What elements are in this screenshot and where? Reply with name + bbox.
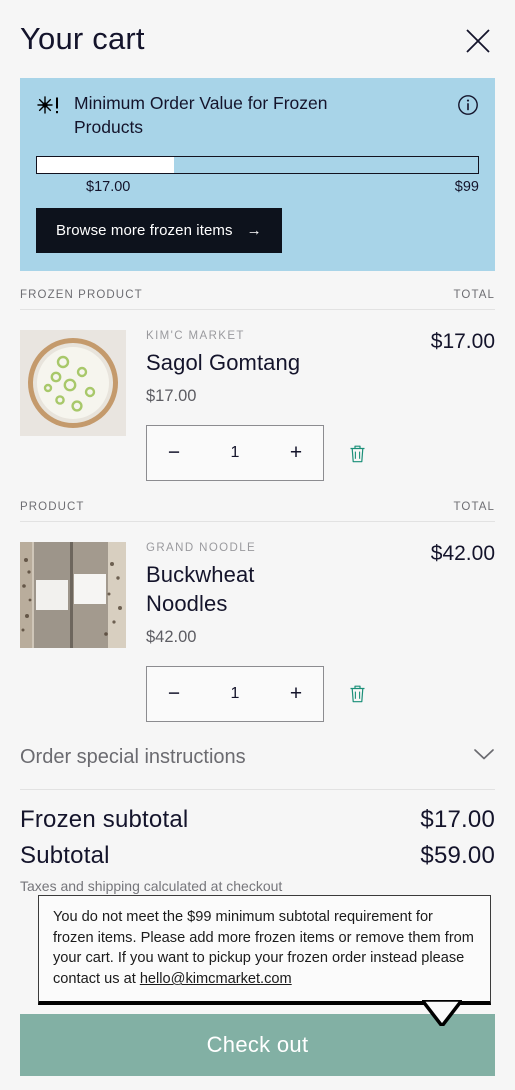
product-vendor: KIM'C MARKET xyxy=(146,330,245,343)
quantity-decrease-button[interactable]: − xyxy=(147,667,201,721)
product-section-header: PRODUCT TOTAL xyxy=(0,483,515,521)
taxes-note: Taxes and shipping calculated at checkou… xyxy=(20,877,283,894)
quantity-value[interactable]: 1 xyxy=(201,685,269,703)
column-header-product: FROZEN PRODUCT xyxy=(20,289,143,302)
column-header-product: PRODUCT xyxy=(20,501,85,514)
tooltip-pointer xyxy=(422,999,462,1026)
product-name[interactable]: Sagol Gomtang xyxy=(146,349,300,377)
product-vendor: GRAND NOODLE xyxy=(146,542,257,555)
frozen-subtotal-value: $17.00 xyxy=(420,805,495,833)
product-name[interactable]: Buckwheat Noodles xyxy=(146,561,321,617)
page-title: Your cart xyxy=(20,21,145,56)
table-row: KIM'C MARKET Sagol Gomtang $17.00 $17.00… xyxy=(0,310,515,483)
trash-icon[interactable] xyxy=(346,441,369,466)
browse-button-label: Browse more frozen items xyxy=(56,222,233,240)
frozen-minimum-banner: Minimum Order Value for Frozen Products … xyxy=(20,78,495,272)
cart-totals: Frozen subtotal $17.00 Subtotal $59.00 T… xyxy=(0,790,515,894)
cart-drawer: Your cart Minimum Order Value for Frozen… xyxy=(0,0,515,1090)
progress-current-label: $17.00 xyxy=(86,179,131,196)
table-row: GRAND NOODLE Buckwheat Noodles $42.00 $4… xyxy=(0,522,515,723)
product-line-total: $42.00 xyxy=(430,542,495,566)
product-unit-price: $42.00 xyxy=(146,627,197,646)
chevron-down-icon xyxy=(473,748,495,766)
quantity-increase-button[interactable]: + xyxy=(269,667,323,721)
minimum-subtotal-tooltip: You do not meet the $99 minimum subtotal… xyxy=(38,895,491,1026)
product-unit-price: $17.00 xyxy=(146,387,197,406)
snowflake-alert-icon xyxy=(36,95,62,115)
support-email-link[interactable]: hello@kimcmarket.com xyxy=(140,971,292,987)
order-special-instructions-toggle[interactable]: Order special instructions xyxy=(0,724,515,789)
quantity-increase-button[interactable]: + xyxy=(269,426,323,480)
progress-fill xyxy=(37,157,174,174)
product-thumbnail-sagol-gomtang[interactable] xyxy=(20,330,126,437)
frozen-subtotal-row: Frozen subtotal $17.00 xyxy=(20,806,495,834)
column-header-total: TOTAL xyxy=(453,501,495,514)
subtotal-value: $59.00 xyxy=(420,841,495,869)
quantity-decrease-button[interactable]: − xyxy=(147,426,201,480)
quantity-stepper: − 1 + xyxy=(146,665,324,722)
quantity-value[interactable]: 1 xyxy=(201,444,269,462)
column-header-total: TOTAL xyxy=(453,289,495,302)
cart-header: Your cart xyxy=(0,0,515,72)
product-thumbnail-buckwheat-noodles[interactable] xyxy=(20,542,126,649)
progress-target-label: $99 xyxy=(454,179,479,196)
banner-title: Minimum Order Value for Frozen Products xyxy=(74,93,328,137)
frozen-subtotal-label: Frozen subtotal xyxy=(20,805,189,833)
frozen-progress: $17.00 $99 xyxy=(36,156,479,195)
frozen-section-header: FROZEN PRODUCT TOTAL xyxy=(0,271,515,309)
subtotal-row: Subtotal $59.00 xyxy=(20,842,495,870)
arrow-right-icon: → xyxy=(246,222,262,240)
quantity-stepper: − 1 + xyxy=(146,425,324,482)
product-line-total: $17.00 xyxy=(430,330,495,354)
info-circle-icon[interactable] xyxy=(457,94,479,121)
progress-track xyxy=(36,156,479,175)
trash-icon[interactable] xyxy=(346,681,369,706)
browse-more-frozen-items-button[interactable]: Browse more frozen items → xyxy=(36,208,282,254)
subtotal-label: Subtotal xyxy=(20,841,110,869)
close-icon[interactable] xyxy=(461,24,495,58)
special-instructions-label: Order special instructions xyxy=(20,745,246,768)
